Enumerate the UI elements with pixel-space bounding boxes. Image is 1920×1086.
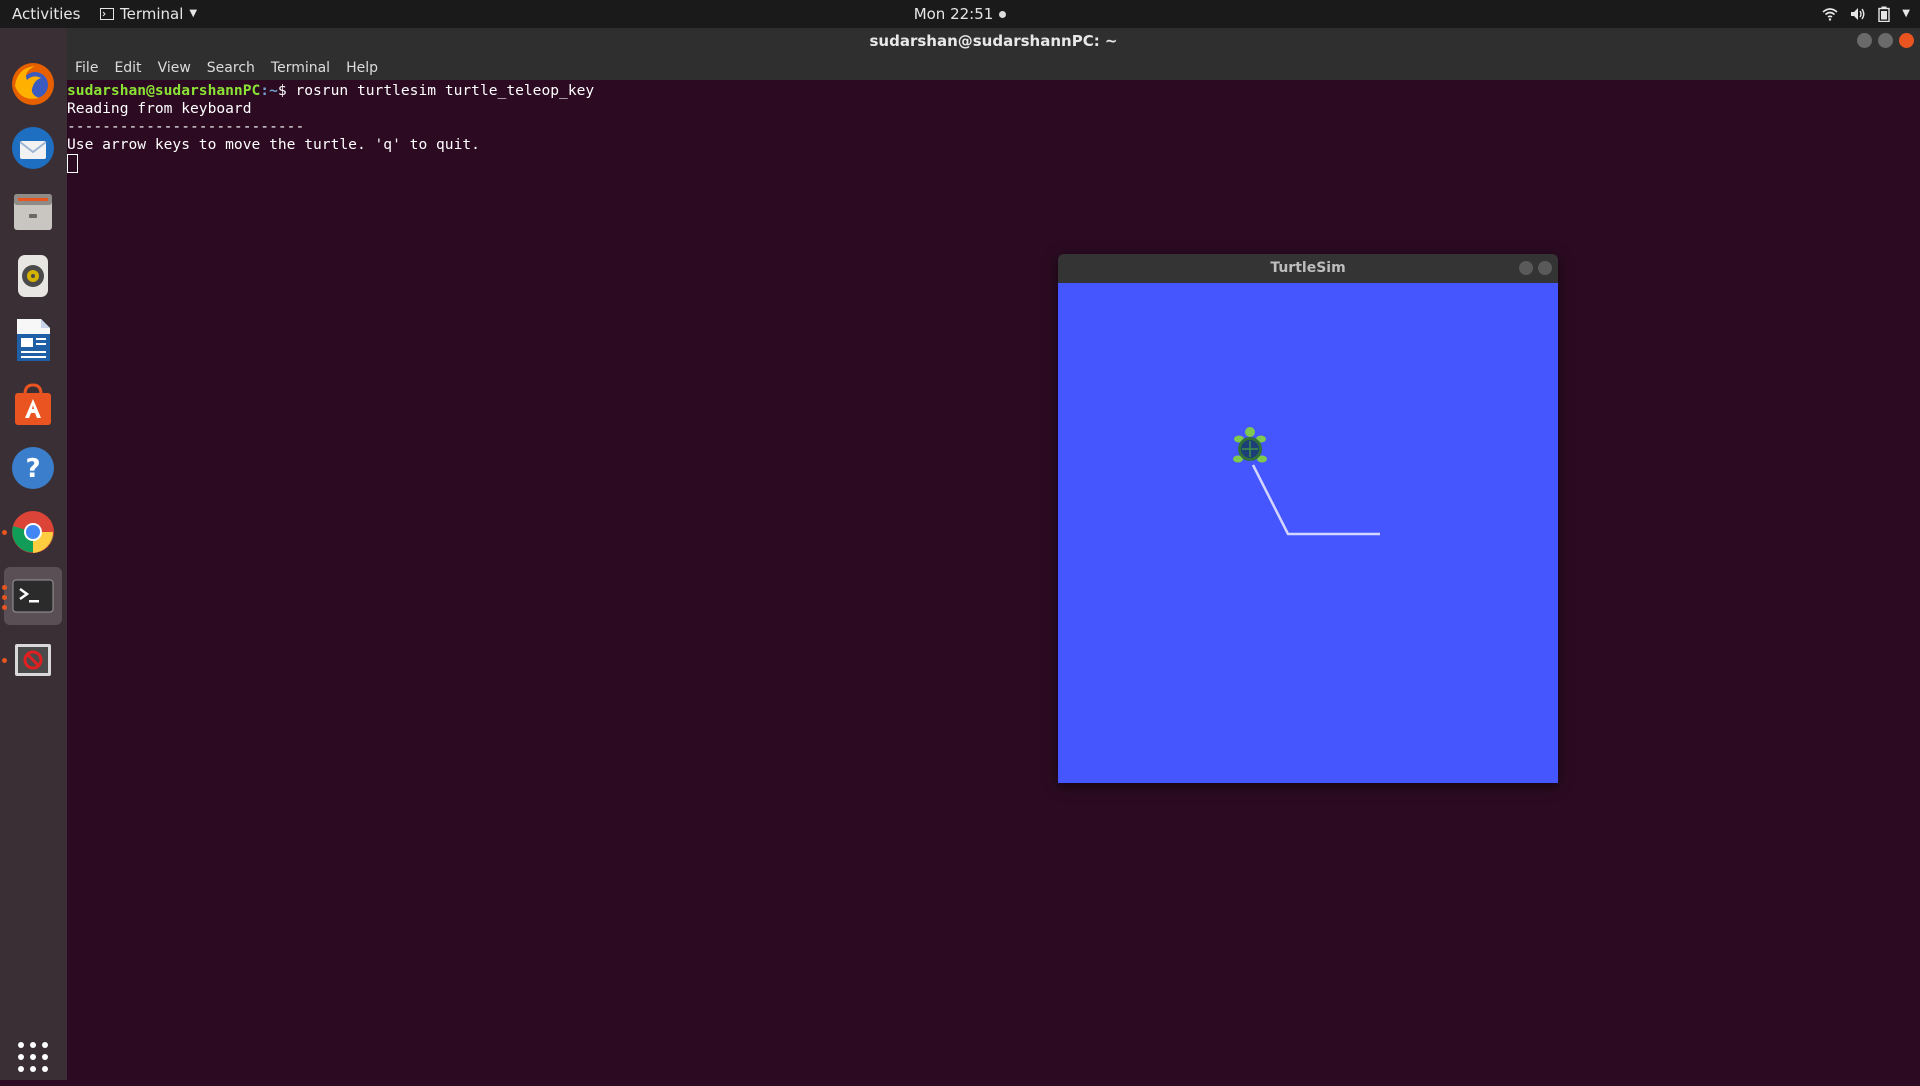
clock: Mon 22:51 xyxy=(0,0,1920,28)
prompt-symbol: $ xyxy=(277,82,296,99)
running-indicator xyxy=(2,530,7,535)
output-line: Reading from keyboard xyxy=(67,100,252,117)
blocked-app-icon xyxy=(15,644,51,676)
minimize-button[interactable] xyxy=(1857,33,1872,48)
turtlesim-window-controls xyxy=(1519,261,1552,275)
dock-files[interactable] xyxy=(4,183,62,241)
close-button[interactable] xyxy=(1899,33,1914,48)
running-indicator xyxy=(2,595,7,600)
dock-unknown-app[interactable] xyxy=(2,631,62,689)
notification-dot-icon xyxy=(999,11,1007,18)
terminal-small-icon xyxy=(100,8,114,20)
maximize-button[interactable] xyxy=(1878,33,1893,48)
dock-thunderbird[interactable] xyxy=(4,119,62,177)
terminal-title: sudarshan@sudarshannPC: ~ xyxy=(869,32,1118,50)
output-line: --------------------------- xyxy=(67,118,305,135)
turtlesim-drawing xyxy=(1233,427,1380,536)
terminal-icon xyxy=(12,579,54,613)
turtlesim-title: TurtleSim xyxy=(1270,260,1346,276)
show-applications-button[interactable] xyxy=(4,1028,62,1086)
speaker-icon xyxy=(18,255,48,297)
document-writer-icon xyxy=(17,319,50,361)
menu-help[interactable]: Help xyxy=(338,55,386,80)
system-tray[interactable]: ▼ xyxy=(1822,0,1910,28)
output-line: Use arrow keys to move the turtle. 'q' t… xyxy=(67,136,480,153)
terminal-titlebar[interactable]: sudarshan@sudarshannPC: ~ xyxy=(67,28,1920,55)
menu-edit[interactable]: Edit xyxy=(106,55,149,80)
running-indicator xyxy=(2,605,7,610)
system-menu-chevron-icon: ▼ xyxy=(1902,8,1910,19)
terminal-output[interactable]: sudarshan@sudarshannPC:~$ rosrun turtles… xyxy=(67,80,1920,173)
close-button[interactable] xyxy=(1538,261,1552,275)
wifi-icon xyxy=(1822,8,1838,21)
app-menu-label: Terminal xyxy=(120,5,184,23)
menu-search[interactable]: Search xyxy=(199,55,263,80)
prompt-user: sudarshan@sudarshannPC xyxy=(67,82,261,99)
chevron-down-icon: ▼ xyxy=(189,8,198,19)
dock-terminal[interactable] xyxy=(2,567,62,625)
command-text: rosrun turtlesim turtle_teleop_key xyxy=(295,82,595,99)
app-menu[interactable]: Terminal ▼ xyxy=(100,0,197,28)
chrome-icon xyxy=(12,511,54,553)
activities-button[interactable]: Activities xyxy=(12,0,80,28)
volume-icon xyxy=(1851,8,1865,20)
battery-icon xyxy=(1878,6,1890,22)
firefox-icon xyxy=(12,63,54,105)
dock-chrome[interactable] xyxy=(2,503,62,561)
terminal-menubar: File Edit View Search Terminal Help xyxy=(67,55,1920,80)
running-indicator xyxy=(2,585,7,590)
dock-writer[interactable] xyxy=(4,311,62,369)
clock-button[interactable]: Mon 22:51 xyxy=(914,5,1007,23)
app-grid-icon xyxy=(18,1042,48,1072)
turtlesim-titlebar[interactable]: TurtleSim xyxy=(1058,254,1558,283)
menu-view[interactable]: View xyxy=(150,55,199,80)
turtle-icon xyxy=(1233,427,1267,463)
text-cursor xyxy=(67,154,78,173)
turtlesim-window[interactable]: TurtleSim xyxy=(1058,254,1558,783)
dock-software[interactable] xyxy=(4,375,62,433)
menu-file[interactable]: File xyxy=(67,55,106,80)
clock-label: Mon 22:51 xyxy=(913,5,994,23)
running-indicator xyxy=(2,658,7,663)
turtlesim-canvas xyxy=(1058,283,1558,783)
menu-terminal[interactable]: Terminal xyxy=(263,55,338,80)
svg-text:?: ? xyxy=(25,454,40,484)
prompt-path: :~ xyxy=(260,82,278,99)
turtle-path xyxy=(1251,464,1380,536)
help-icon: ? xyxy=(12,447,54,489)
top-bar: Activities Terminal ▼ Mon 22:51 ▼ xyxy=(0,0,1920,28)
window-controls xyxy=(1857,33,1914,48)
terminal-window[interactable]: sudarshan@sudarshannPC: ~ File Edit View… xyxy=(67,28,1920,1080)
dock-rhythmbox[interactable] xyxy=(4,247,62,305)
dock: ? xyxy=(0,28,67,1080)
dock-help[interactable]: ? xyxy=(4,439,62,497)
files-icon xyxy=(14,194,52,230)
minimize-button[interactable] xyxy=(1519,261,1533,275)
dock-firefox[interactable] xyxy=(4,55,62,113)
thunderbird-icon xyxy=(12,127,54,169)
software-bag-icon xyxy=(15,383,51,425)
